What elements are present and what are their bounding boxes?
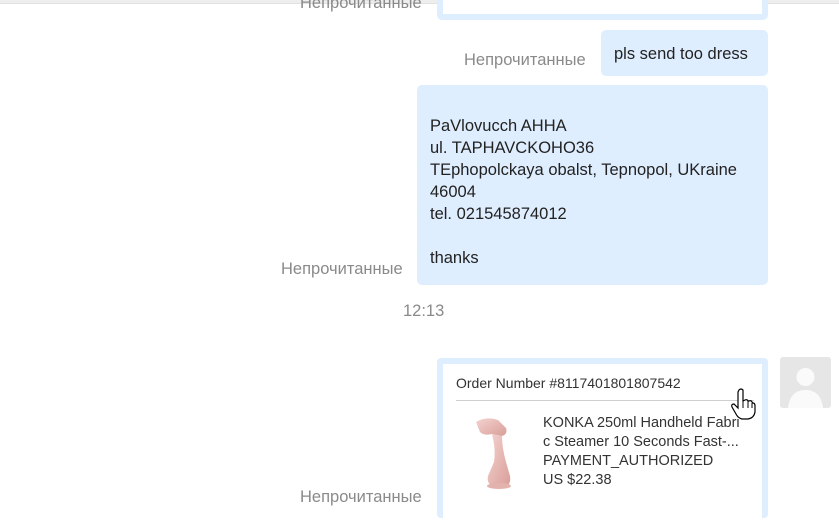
message-bubble[interactable]: pls send too dress [601,30,768,76]
message-bubble[interactable]: PaVlovucch AHHA ul. TAPHAVCKOHO36 TEphop… [417,85,768,285]
message-line: TEphopolckaya obalst, Tepnopol, UKraine [430,161,737,179]
order-number[interactable]: Order Number #8117401801807542 [456,375,681,391]
product-title-cont[interactable]: c Steamer 10 Seconds Fast-... [543,434,739,450]
message-bubble[interactable] [437,0,768,20]
user-avatar-icon[interactable] [780,357,831,408]
message-line: 46004 [430,183,476,201]
message-status: Непрочитанные [281,260,403,278]
message-line: thanks [430,249,479,267]
message-line: ul. TAPHAVCKOHO36 [430,139,595,157]
message-timestamp: 12:13 [403,302,445,320]
message-line [430,225,768,247]
message-line [430,93,768,115]
order-card-divider [456,400,754,401]
hand-pointer-icon [731,388,756,420]
message-status: Непрочитанные [464,51,586,69]
previous-card-remnant [443,0,762,14]
message-line: PaVlovucch AHHA [430,117,567,135]
message-line: tel. 021545874012 [430,205,567,223]
message-status: Непрочитанные [300,488,422,506]
order-status: PAYMENT_AUTHORIZED [543,453,714,469]
order-price: US $22.38 [543,472,612,488]
message-text: pls send too dress [614,45,748,63]
message-status: Непрочитанные [300,0,422,12]
garment-steamer-image[interactable] [466,414,526,490]
product-title[interactable]: KONKA 250ml Handheld Fabri [543,415,740,431]
